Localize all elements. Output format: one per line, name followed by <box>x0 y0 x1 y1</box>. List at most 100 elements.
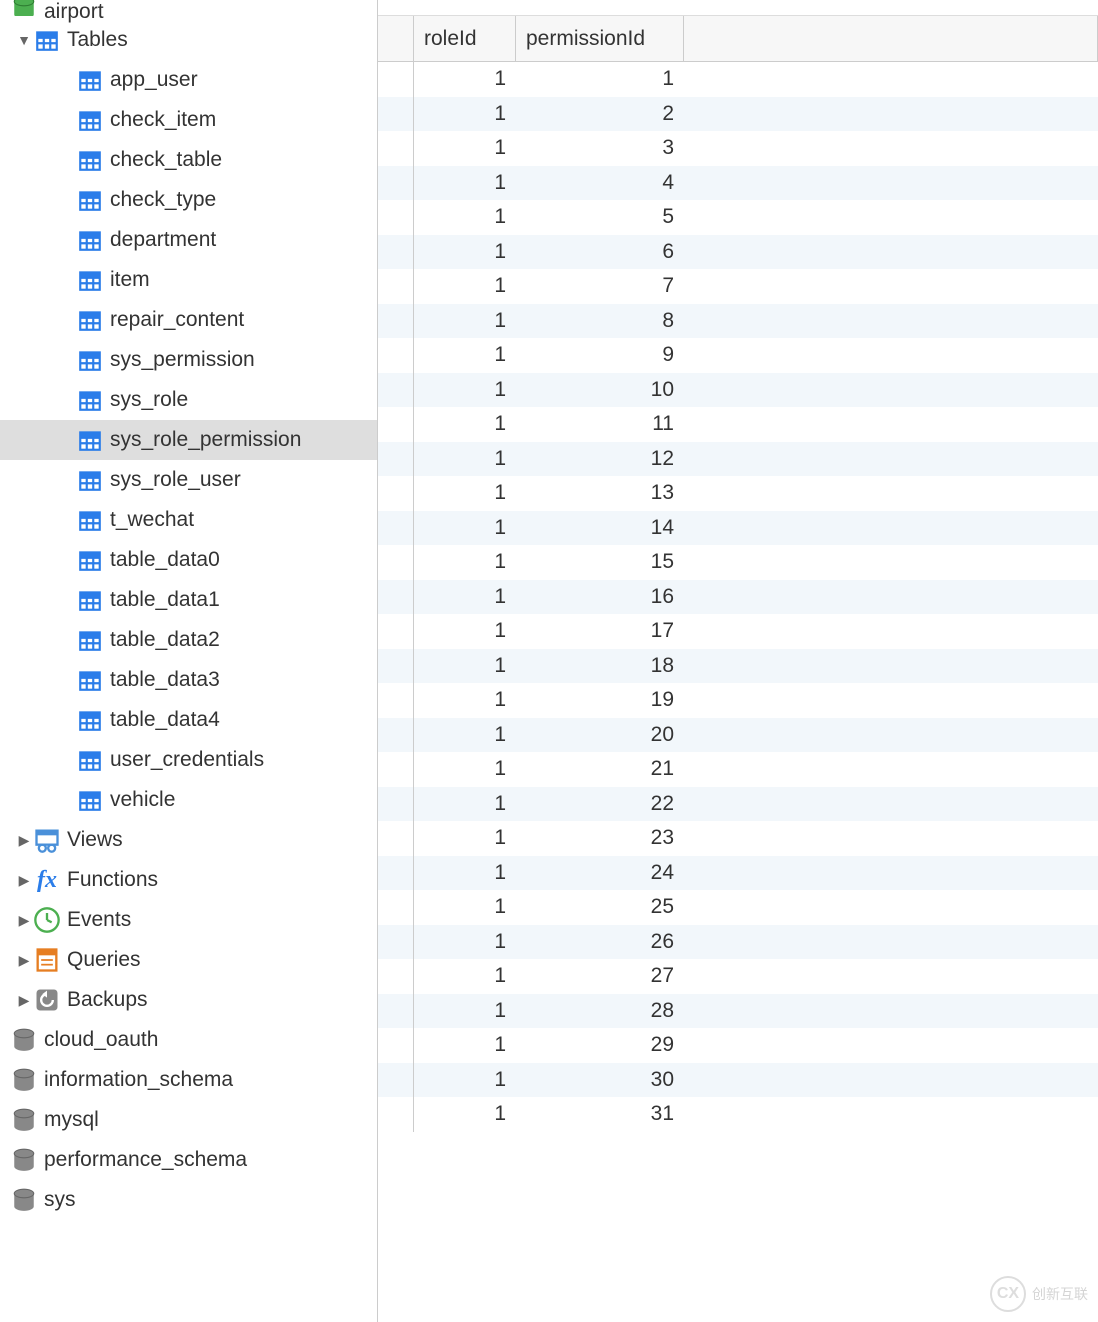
cell-permissionid[interactable]: 11 <box>516 412 684 436</box>
table-node[interactable]: check_item <box>0 100 377 140</box>
cell-permissionid[interactable]: 17 <box>516 619 684 643</box>
table-node[interactable]: t_wechat <box>0 500 377 540</box>
cell-roleid[interactable]: 1 <box>414 619 516 643</box>
table-row[interactable]: 13 <box>378 131 1098 166</box>
cell-roleid[interactable]: 1 <box>414 826 516 850</box>
cell-permissionid[interactable]: 23 <box>516 826 684 850</box>
folder-node-events[interactable]: ▶Events <box>0 900 377 940</box>
cell-permissionid[interactable]: 7 <box>516 274 684 298</box>
cell-permissionid[interactable]: 16 <box>516 585 684 609</box>
table-row[interactable]: 12 <box>378 97 1098 132</box>
table-row[interactable]: 124 <box>378 856 1098 891</box>
table-row[interactable]: 126 <box>378 925 1098 960</box>
cell-permissionid[interactable]: 9 <box>516 343 684 367</box>
database-node[interactable]: cloud_oauth <box>0 1020 377 1060</box>
cell-roleid[interactable]: 1 <box>414 136 516 160</box>
cell-permissionid[interactable]: 6 <box>516 240 684 264</box>
table-node[interactable]: sys_role_permission <box>0 420 377 460</box>
cell-roleid[interactable]: 1 <box>414 378 516 402</box>
cell-permissionid[interactable]: 28 <box>516 999 684 1023</box>
cell-permissionid[interactable]: 20 <box>516 723 684 747</box>
table-row[interactable]: 15 <box>378 200 1098 235</box>
cell-permissionid[interactable]: 1 <box>516 67 684 91</box>
cell-roleid[interactable]: 1 <box>414 102 516 126</box>
folder-node-functions[interactable]: ▶fxFunctions <box>0 860 377 900</box>
cell-permissionid[interactable]: 21 <box>516 757 684 781</box>
cell-roleid[interactable]: 1 <box>414 550 516 574</box>
cell-permissionid[interactable]: 12 <box>516 447 684 471</box>
table-node[interactable]: table_data1 <box>0 580 377 620</box>
table-row[interactable]: 122 <box>378 787 1098 822</box>
cell-roleid[interactable]: 1 <box>414 67 516 91</box>
table-node[interactable]: user_credentials <box>0 740 377 780</box>
cell-roleid[interactable]: 1 <box>414 1102 516 1126</box>
table-row[interactable]: 110 <box>378 373 1098 408</box>
table-node[interactable]: sys_role_user <box>0 460 377 500</box>
cell-permissionid[interactable]: 4 <box>516 171 684 195</box>
cell-roleid[interactable]: 1 <box>414 412 516 436</box>
folder-node-backups[interactable]: ▶Backups <box>0 980 377 1020</box>
cell-roleid[interactable]: 1 <box>414 171 516 195</box>
table-row[interactable]: 130 <box>378 1063 1098 1098</box>
table-row[interactable]: 18 <box>378 304 1098 339</box>
cell-permissionid[interactable]: 10 <box>516 378 684 402</box>
database-node[interactable]: performance_schema <box>0 1140 377 1180</box>
cell-permissionid[interactable]: 29 <box>516 1033 684 1057</box>
table-row[interactable]: 117 <box>378 614 1098 649</box>
cell-roleid[interactable]: 1 <box>414 516 516 540</box>
table-row[interactable]: 128 <box>378 994 1098 1029</box>
cell-roleid[interactable]: 1 <box>414 999 516 1023</box>
cell-roleid[interactable]: 1 <box>414 447 516 471</box>
cell-roleid[interactable]: 1 <box>414 723 516 747</box>
cell-roleid[interactable]: 1 <box>414 757 516 781</box>
table-row[interactable]: 19 <box>378 338 1098 373</box>
cell-roleid[interactable]: 1 <box>414 895 516 919</box>
column-header-permissionid[interactable]: permissionId <box>516 16 684 61</box>
cell-roleid[interactable]: 1 <box>414 861 516 885</box>
cell-roleid[interactable]: 1 <box>414 309 516 333</box>
table-node[interactable]: repair_content <box>0 300 377 340</box>
database-node-airport[interactable]: airport <box>0 0 377 20</box>
cell-roleid[interactable]: 1 <box>414 930 516 954</box>
database-node[interactable]: sys <box>0 1180 377 1220</box>
cell-roleid[interactable]: 1 <box>414 240 516 264</box>
cell-permissionid[interactable]: 2 <box>516 102 684 126</box>
cell-roleid[interactable]: 1 <box>414 688 516 712</box>
cell-permissionid[interactable]: 8 <box>516 309 684 333</box>
database-node[interactable]: information_schema <box>0 1060 377 1100</box>
table-node[interactable]: item <box>0 260 377 300</box>
cell-roleid[interactable]: 1 <box>414 654 516 678</box>
table-row[interactable]: 11 <box>378 62 1098 97</box>
cell-roleid[interactable]: 1 <box>414 964 516 988</box>
cell-roleid[interactable]: 1 <box>414 1068 516 1092</box>
cell-roleid[interactable]: 1 <box>414 1033 516 1057</box>
table-row[interactable]: 114 <box>378 511 1098 546</box>
table-row[interactable]: 125 <box>378 890 1098 925</box>
table-node[interactable]: table_data2 <box>0 620 377 660</box>
table-node[interactable]: vehicle <box>0 780 377 820</box>
cell-permissionid[interactable]: 31 <box>516 1102 684 1126</box>
table-row[interactable]: 111 <box>378 407 1098 442</box>
cell-permissionid[interactable]: 5 <box>516 205 684 229</box>
table-row[interactable]: 121 <box>378 752 1098 787</box>
cell-permissionid[interactable]: 26 <box>516 930 684 954</box>
table-node[interactable]: check_table <box>0 140 377 180</box>
table-row[interactable]: 118 <box>378 649 1098 684</box>
cell-roleid[interactable]: 1 <box>414 205 516 229</box>
cell-permissionid[interactable]: 25 <box>516 895 684 919</box>
table-row[interactable]: 113 <box>378 476 1098 511</box>
tables-folder[interactable]: ▼ Tables <box>0 20 377 60</box>
table-node[interactable]: sys_role <box>0 380 377 420</box>
table-row[interactable]: 115 <box>378 545 1098 580</box>
cell-permissionid[interactable]: 13 <box>516 481 684 505</box>
cell-permissionid[interactable]: 24 <box>516 861 684 885</box>
table-node[interactable]: table_data3 <box>0 660 377 700</box>
table-row[interactable]: 120 <box>378 718 1098 753</box>
table-row[interactable]: 17 <box>378 269 1098 304</box>
cell-permissionid[interactable]: 3 <box>516 136 684 160</box>
folder-node-views[interactable]: ▶Views <box>0 820 377 860</box>
column-header-roleid[interactable]: roleId <box>414 16 516 61</box>
cell-roleid[interactable]: 1 <box>414 585 516 609</box>
table-node[interactable]: sys_permission <box>0 340 377 380</box>
table-node[interactable]: app_user <box>0 60 377 100</box>
